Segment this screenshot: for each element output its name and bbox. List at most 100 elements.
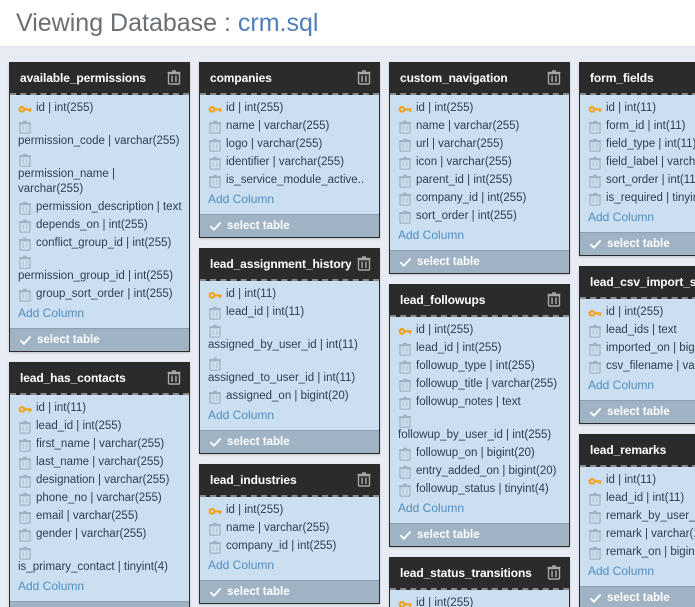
- delete-column-icon[interactable]: [588, 156, 602, 170]
- delete-column-icon[interactable]: [18, 528, 32, 542]
- delete-column-icon[interactable]: [588, 492, 602, 506]
- table-column-row[interactable]: lead_id | int(255): [18, 419, 183, 434]
- table-column-row[interactable]: name | varchar(255): [208, 521, 373, 536]
- table-column-row[interactable]: assigned_on | bigint(20): [208, 389, 373, 404]
- delete-column-icon[interactable]: [18, 219, 32, 233]
- table-column-row[interactable]: followup_by_user_id | int(255): [398, 413, 563, 443]
- add-column-link[interactable]: Add Column: [588, 209, 695, 228]
- primary-key-row[interactable]: id | int(11): [208, 287, 373, 302]
- table-column-row[interactable]: depends_on | int(255): [18, 218, 183, 233]
- table-column-row[interactable]: name | varchar(255): [208, 119, 373, 134]
- delete-column-icon[interactable]: [398, 342, 412, 356]
- delete-column-icon[interactable]: [18, 120, 32, 134]
- delete-table-icon[interactable]: [547, 292, 561, 307]
- primary-key-row[interactable]: id | int(255): [588, 305, 695, 320]
- delete-column-icon[interactable]: [208, 156, 222, 170]
- delete-table-icon[interactable]: [547, 565, 561, 580]
- delete-column-icon[interactable]: [398, 465, 412, 479]
- delete-column-icon[interactable]: [18, 492, 32, 506]
- delete-table-icon[interactable]: [547, 70, 561, 85]
- delete-column-icon[interactable]: [18, 510, 32, 524]
- table-column-row[interactable]: field_label | varchar(255): [588, 155, 695, 170]
- delete-column-icon[interactable]: [18, 420, 32, 434]
- delete-column-icon[interactable]: [208, 324, 222, 338]
- table-column-row[interactable]: last_name | varchar(255): [18, 455, 183, 470]
- delete-table-icon[interactable]: [167, 370, 181, 385]
- table-column-row[interactable]: csv_filename | varchar(255): [588, 359, 695, 374]
- table-column-row[interactable]: company_id | int(255): [398, 191, 563, 206]
- delete-column-icon[interactable]: [588, 174, 602, 188]
- add-column-link[interactable]: Add Column: [18, 578, 183, 597]
- delete-column-icon[interactable]: [588, 138, 602, 152]
- table-column-row[interactable]: parent_id | int(255): [398, 173, 563, 188]
- table-column-row[interactable]: followup_title | varchar(255): [398, 377, 563, 392]
- table-column-row[interactable]: url | varchar(255): [398, 137, 563, 152]
- add-column-link[interactable]: Add Column: [208, 191, 373, 210]
- table-column-row[interactable]: lead_id | int(11): [588, 491, 695, 506]
- select-table-button[interactable]: select table: [200, 214, 379, 237]
- select-table-button[interactable]: select table: [580, 586, 695, 607]
- table-column-row[interactable]: permission_name | varchar(255): [18, 152, 183, 197]
- add-column-link[interactable]: Add Column: [398, 500, 563, 519]
- add-column-link[interactable]: Add Column: [588, 563, 695, 582]
- table-column-row[interactable]: followup_notes | text: [398, 395, 563, 410]
- add-column-link[interactable]: Add Column: [588, 377, 695, 396]
- delete-column-icon[interactable]: [588, 528, 602, 542]
- primary-key-row[interactable]: id | int(11): [18, 401, 183, 416]
- table-column-row[interactable]: sort_order | int(255): [398, 209, 563, 224]
- select-table-button[interactable]: select table: [580, 232, 695, 255]
- table-column-row[interactable]: remark | varchar(1000): [588, 527, 695, 542]
- delete-column-icon[interactable]: [588, 324, 602, 338]
- primary-key-row[interactable]: id | int(255): [398, 101, 563, 116]
- primary-key-row[interactable]: id | int(255): [18, 101, 183, 116]
- table-column-row[interactable]: assigned_by_user_id | int(11): [208, 323, 373, 353]
- table-column-row[interactable]: is_required | tinyint(4): [588, 191, 695, 206]
- table-column-row[interactable]: followup_type | int(255): [398, 359, 563, 374]
- delete-column-icon[interactable]: [398, 483, 412, 497]
- delete-column-icon[interactable]: [18, 438, 32, 452]
- delete-column-icon[interactable]: [18, 546, 32, 560]
- delete-column-icon[interactable]: [588, 342, 602, 356]
- table-column-row[interactable]: permission_code | varchar(255): [18, 119, 183, 149]
- add-column-link[interactable]: Add Column: [208, 407, 373, 426]
- select-table-button[interactable]: select table: [390, 250, 569, 273]
- delete-column-icon[interactable]: [18, 153, 32, 167]
- delete-table-icon[interactable]: [357, 256, 371, 271]
- delete-column-icon[interactable]: [398, 396, 412, 410]
- delete-column-icon[interactable]: [208, 390, 222, 404]
- delete-column-icon[interactable]: [208, 522, 222, 536]
- table-column-row[interactable]: followup_on | bigint(20): [398, 446, 563, 461]
- delete-column-icon[interactable]: [588, 360, 602, 374]
- table-column-row[interactable]: remark_by_user_id | int(11): [588, 509, 695, 524]
- table-column-row[interactable]: imported_on | bigint(20): [588, 341, 695, 356]
- delete-table-icon[interactable]: [167, 70, 181, 85]
- table-column-row[interactable]: entry_added_on | bigint(20): [398, 464, 563, 479]
- delete-column-icon[interactable]: [398, 174, 412, 188]
- table-column-row[interactable]: lead_id | int(11): [208, 305, 373, 320]
- primary-key-row[interactable]: id | int(255): [398, 596, 563, 607]
- delete-table-icon[interactable]: [357, 472, 371, 487]
- table-column-row[interactable]: group_sort_order | int(255): [18, 287, 183, 302]
- primary-key-row[interactable]: id | int(11): [588, 101, 695, 116]
- select-table-button[interactable]: select table: [580, 400, 695, 423]
- delete-column-icon[interactable]: [208, 138, 222, 152]
- delete-column-icon[interactable]: [208, 174, 222, 188]
- select-table-button[interactable]: select table: [200, 580, 379, 603]
- table-column-row[interactable]: email | varchar(255): [18, 509, 183, 524]
- table-column-row[interactable]: permission_group_id | int(255): [18, 254, 183, 284]
- delete-column-icon[interactable]: [18, 474, 32, 488]
- table-column-row[interactable]: identifier | varchar(255): [208, 155, 373, 170]
- delete-table-icon[interactable]: [357, 70, 371, 85]
- add-column-link[interactable]: Add Column: [398, 227, 563, 246]
- select-table-button[interactable]: select table: [200, 430, 379, 453]
- delete-column-icon[interactable]: [398, 360, 412, 374]
- delete-column-icon[interactable]: [18, 456, 32, 470]
- add-column-link[interactable]: Add Column: [18, 305, 183, 324]
- primary-key-row[interactable]: id | int(255): [208, 503, 373, 518]
- delete-column-icon[interactable]: [398, 192, 412, 206]
- delete-column-icon[interactable]: [18, 201, 32, 215]
- add-column-link[interactable]: Add Column: [208, 557, 373, 576]
- delete-column-icon[interactable]: [398, 210, 412, 224]
- delete-column-icon[interactable]: [398, 156, 412, 170]
- delete-column-icon[interactable]: [398, 138, 412, 152]
